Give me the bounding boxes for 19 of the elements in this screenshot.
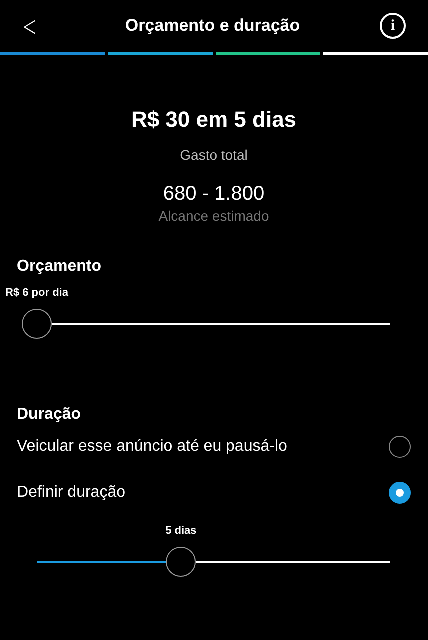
page-title: Orçamento e duração	[125, 16, 300, 36]
duration-slider[interactable]	[37, 547, 390, 577]
slider-value: 5 dias	[166, 524, 197, 539]
slider-thumb[interactable]	[166, 547, 196, 577]
slider-thumb[interactable]	[22, 309, 52, 339]
info-button[interactable]: i	[380, 13, 406, 39]
budget-slider[interactable]	[22, 309, 390, 339]
total-label: Gasto total	[180, 147, 248, 163]
budget-heading: Orçamento	[16, 258, 102, 276]
slider-value: R$ 6 por dia	[6, 286, 68, 301]
total-amount: R$ 30 em 5 dias	[131, 107, 297, 133]
radio-button[interactable]	[389, 482, 411, 504]
duration-heading: Duração	[16, 406, 82, 424]
reach-label: Alcance estimado	[158, 208, 270, 224]
option-label: Definir duração	[17, 484, 126, 502]
reach-value: 680 - 1.800	[163, 183, 265, 206]
option-label: Veicular esse anúncio até eu pausá-lo	[17, 438, 288, 456]
back-button[interactable]: <	[20, 10, 40, 42]
radio-button[interactable]	[389, 436, 411, 458]
